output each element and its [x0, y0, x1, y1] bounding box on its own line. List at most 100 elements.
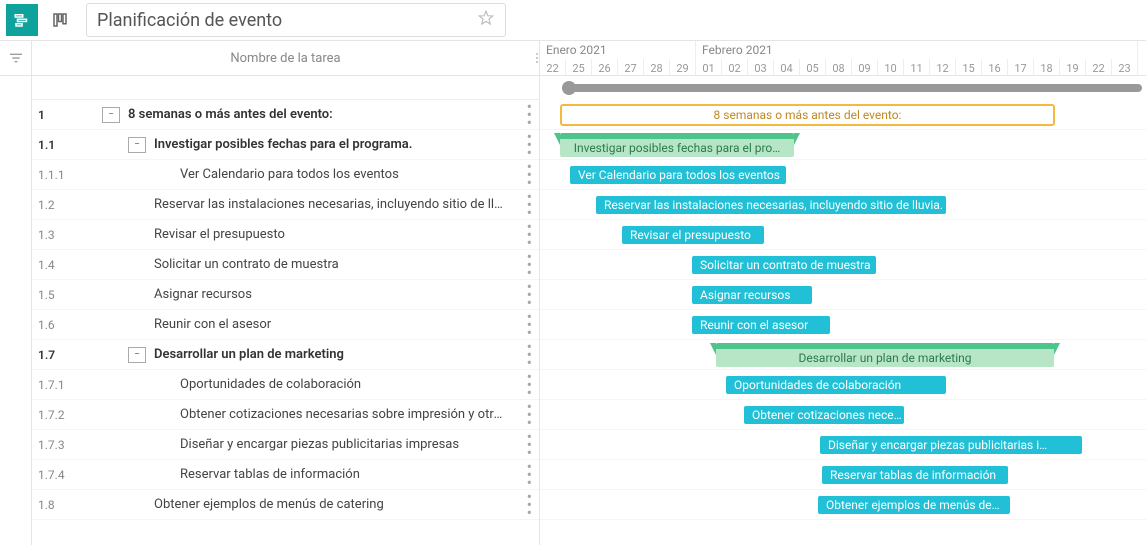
- day-header[interactable]: 12: [930, 59, 956, 75]
- task-row[interactable]: 1.6Reunir con el asesor•••: [32, 310, 539, 340]
- day-header[interactable]: 17: [1008, 59, 1034, 75]
- day-header[interactable]: 04: [774, 59, 800, 75]
- task-actions-menu[interactable]: •••: [527, 223, 531, 247]
- gantt-row[interactable]: Reunir con el asesor: [540, 310, 1146, 340]
- task-actions-menu[interactable]: •••: [527, 343, 531, 367]
- gantt-row[interactable]: Obtener ejemplos de menús de…: [540, 490, 1146, 520]
- task-row[interactable]: 1−8 semanas o más antes del evento:•••: [32, 100, 539, 130]
- gantt-row[interactable]: Diseñar y encargar piezas publicitarias …: [540, 430, 1146, 460]
- timeline-scroll-thumb[interactable]: [562, 81, 576, 95]
- project-title-box[interactable]: Planificación de evento: [86, 3, 506, 37]
- task-actions-menu[interactable]: •••: [527, 133, 531, 157]
- gantt-row[interactable]: Investigar posibles fechas para el pro…: [540, 130, 1146, 160]
- gantt-row[interactable]: Reservar las instalaciones necesarias, i…: [540, 190, 1146, 220]
- summary-bar[interactable]: Investigar posibles fechas para el pro…: [560, 133, 794, 157]
- gantt-chart[interactable]: 8 semanas o más antes del evento: Investi…: [540, 76, 1146, 545]
- task-actions-menu[interactable]: •••: [527, 403, 531, 427]
- day-header[interactable]: 03: [748, 59, 774, 75]
- day-header[interactable]: 01: [696, 59, 722, 75]
- favorite-star-icon[interactable]: [477, 9, 495, 31]
- project-title: Planificación de evento: [97, 10, 282, 31]
- task-row[interactable]: 1.1.1Ver Calendario para todos los event…: [32, 160, 539, 190]
- collapse-toggle[interactable]: −: [128, 137, 146, 153]
- day-header[interactable]: 25: [566, 59, 592, 75]
- task-row[interactable]: 1.8Obtener ejemplos de menús de catering…: [32, 490, 539, 520]
- task-row[interactable]: 1.2Reservar las instalaciones necesarias…: [32, 190, 539, 220]
- day-header[interactable]: 26: [592, 59, 618, 75]
- task-name-column-header[interactable]: Nombre de la tarea: [32, 41, 540, 75]
- task-actions-menu[interactable]: •••: [527, 253, 531, 277]
- task-bar[interactable]: Reunir con el asesor: [692, 316, 830, 334]
- task-row[interactable]: 1.7.3Diseñar y encargar piezas publicita…: [32, 430, 539, 460]
- gantt-row[interactable]: Reservar tablas de información: [540, 460, 1146, 490]
- day-header[interactable]: 27: [618, 59, 644, 75]
- board-view-button[interactable]: [44, 4, 76, 36]
- task-row[interactable]: 1.5Asignar recursos•••: [32, 280, 539, 310]
- task-actions-menu[interactable]: •••: [527, 313, 531, 337]
- day-header[interactable]: 28: [644, 59, 670, 75]
- task-bar[interactable]: Ver Calendario para todos los eventos: [570, 166, 786, 184]
- collapse-toggle[interactable]: −: [102, 107, 120, 123]
- task-actions-menu[interactable]: •••: [527, 283, 531, 307]
- task-wbs: 1.7: [32, 348, 102, 362]
- task-bar[interactable]: Revisar el presupuesto: [622, 226, 764, 244]
- task-actions-menu[interactable]: •••: [527, 193, 531, 217]
- group-outline-bar[interactable]: 8 semanas o más antes del evento:: [560, 104, 1055, 126]
- day-header[interactable]: 16: [982, 59, 1008, 75]
- task-bar[interactable]: Reservar las instalaciones necesarias, i…: [596, 196, 946, 214]
- day-header[interactable]: 29: [670, 59, 696, 75]
- task-bar[interactable]: Diseñar y encargar piezas publicitarias …: [820, 436, 1082, 454]
- summary-bar[interactable]: Desarrollar un plan de marketing: [716, 343, 1054, 367]
- task-row[interactable]: 1.7−Desarrollar un plan de marketing•••: [32, 340, 539, 370]
- gantt-row[interactable]: Solicitar un contrato de muestra: [540, 250, 1146, 280]
- gantt-row[interactable]: 8 semanas o más antes del evento:: [540, 100, 1146, 130]
- task-actions-menu[interactable]: •••: [527, 493, 531, 517]
- task-wbs: 1.2: [32, 198, 102, 212]
- gantt-row[interactable]: Oportunidades de colaboración: [540, 370, 1146, 400]
- day-header[interactable]: 23: [1112, 59, 1138, 75]
- task-bar[interactable]: Asignar recursos: [692, 286, 812, 304]
- task-bar[interactable]: Solicitar un contrato de muestra: [692, 256, 876, 274]
- task-row[interactable]: 1.7.2Obtener cotizaciones necesarias sob…: [32, 400, 539, 430]
- filter-button[interactable]: [0, 41, 32, 75]
- task-row[interactable]: 1.1−Investigar posibles fechas para el p…: [32, 130, 539, 160]
- task-actions-menu[interactable]: •••: [527, 103, 531, 127]
- task-actions-menu[interactable]: •••: [527, 163, 531, 187]
- gantt-row[interactable]: Ver Calendario para todos los eventos: [540, 160, 1146, 190]
- timeline-header[interactable]: Enero 2021Febrero 2021 22252627282901020…: [540, 41, 1146, 75]
- task-bar[interactable]: Oportunidades de colaboración: [726, 376, 946, 394]
- task-row[interactable]: 1.7.1Oportunidades de colaboración•••: [32, 370, 539, 400]
- task-bar[interactable]: Obtener ejemplos de menús de…: [818, 496, 1010, 514]
- task-bar[interactable]: Reservar tablas de información: [822, 466, 1008, 484]
- filter-icon: [7, 49, 25, 67]
- day-header[interactable]: 02: [722, 59, 748, 75]
- task-row[interactable]: 1.7.4Reservar tablas de información•••: [32, 460, 539, 490]
- task-row[interactable]: 1.3Revisar el presupuesto•••: [32, 220, 539, 250]
- day-header[interactable]: 10: [878, 59, 904, 75]
- task-bar[interactable]: Obtener cotizaciones nece…: [744, 406, 904, 424]
- task-actions-menu[interactable]: •••: [527, 463, 531, 487]
- gantt-row[interactable]: Asignar recursos: [540, 280, 1146, 310]
- task-row[interactable]: 1.4Solicitar un contrato de muestra•••: [32, 250, 539, 280]
- day-header[interactable]: 05: [800, 59, 826, 75]
- task-actions-menu[interactable]: •••: [527, 433, 531, 457]
- gantt-row[interactable]: Obtener cotizaciones nece…: [540, 400, 1146, 430]
- timeline-scrollbar[interactable]: [540, 76, 1146, 100]
- day-header[interactable]: 08: [826, 59, 852, 75]
- day-header[interactable]: 15: [956, 59, 982, 75]
- gantt-row[interactable]: Revisar el presupuesto: [540, 220, 1146, 250]
- task-wbs: 1.8: [32, 498, 102, 512]
- day-header[interactable]: 18: [1034, 59, 1060, 75]
- day-header[interactable]: 22: [1086, 59, 1112, 75]
- timeline-scroll-track[interactable]: [568, 84, 1142, 92]
- task-wbs: 1.7.3: [32, 438, 102, 452]
- task-actions-menu[interactable]: •••: [527, 373, 531, 397]
- gantt-row[interactable]: Desarrollar un plan de marketing: [540, 340, 1146, 370]
- collapse-toggle[interactable]: −: [128, 347, 146, 363]
- day-header[interactable]: 22: [540, 59, 566, 75]
- gantt-view-button[interactable]: [6, 4, 38, 36]
- day-header[interactable]: 11: [904, 59, 930, 75]
- month-header: Enero 2021: [540, 41, 696, 59]
- day-header[interactable]: 19: [1060, 59, 1086, 75]
- day-header[interactable]: 09: [852, 59, 878, 75]
